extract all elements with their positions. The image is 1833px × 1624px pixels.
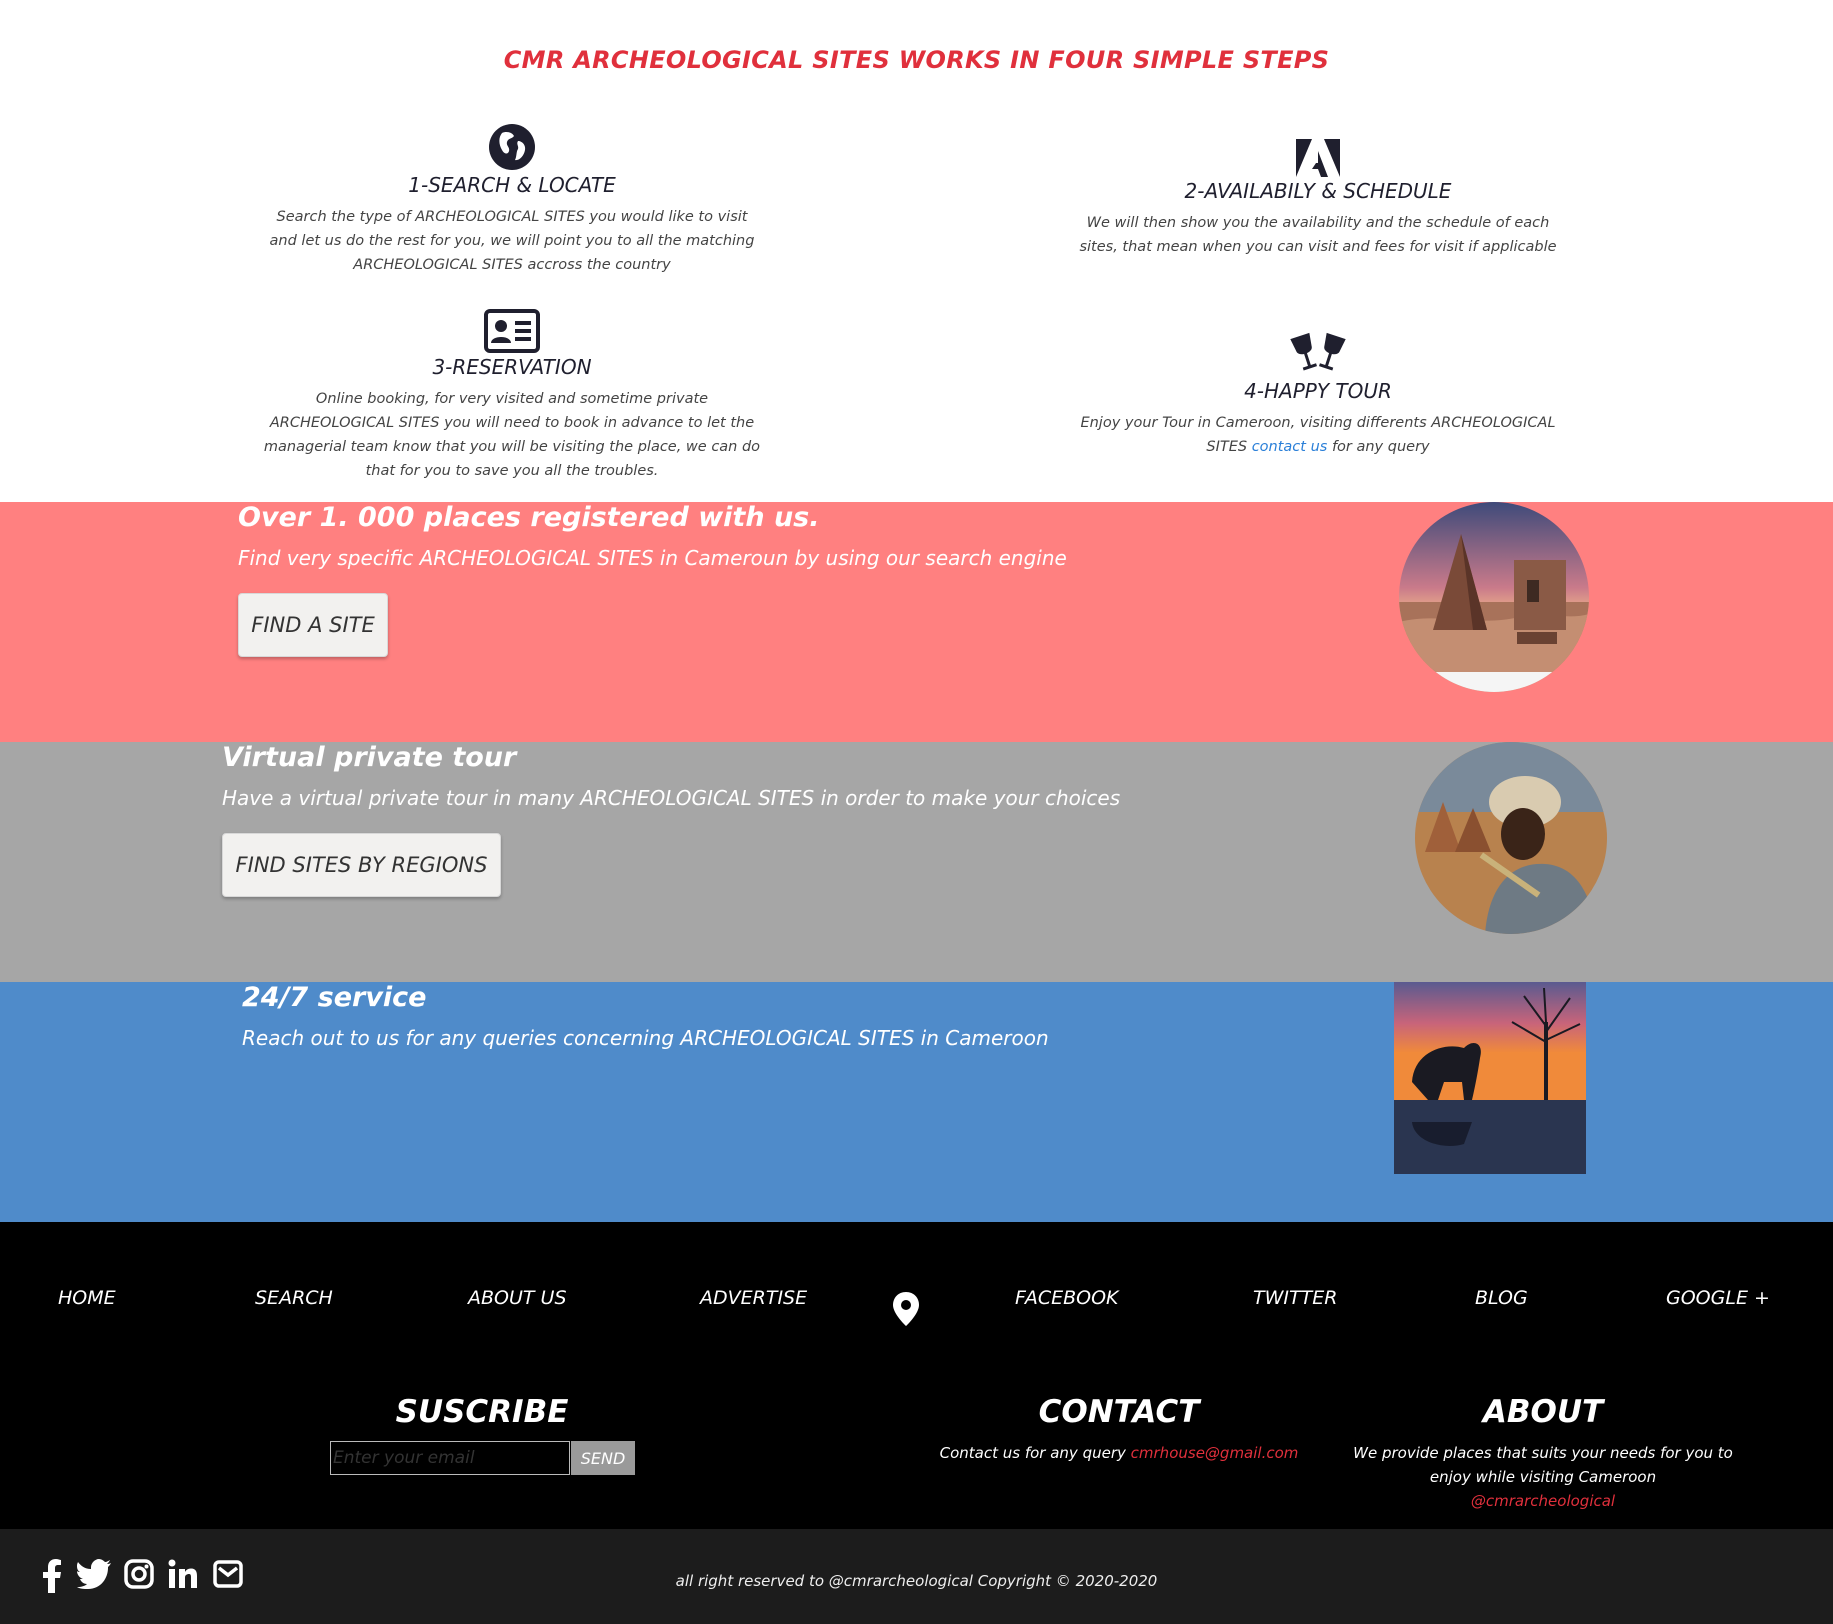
band-subtitle: Find very specific ARCHEOLOGICAL SITES i… xyxy=(238,546,1067,570)
step-reservation: 3-RESERVATION Online booking, for very v… xyxy=(262,309,762,483)
map-pin-icon xyxy=(893,1292,919,1326)
nav-facebook[interactable]: FACEBOOK xyxy=(1015,1287,1119,1309)
step-title: 4-HAPPY TOUR xyxy=(1244,379,1392,403)
step-description-text: for any query xyxy=(1331,439,1430,455)
about-title: ABOUT xyxy=(1482,1394,1604,1430)
nav-search[interactable]: SEARCH xyxy=(255,1287,333,1309)
about-text: We provide places that suits your needs … xyxy=(1343,1441,1743,1513)
virtual-tour-band: Virtual private tour Have a virtual priv… xyxy=(0,742,1833,982)
nav-twitter[interactable]: TWITTER xyxy=(1253,1287,1337,1309)
nav-home[interactable]: HOME xyxy=(58,1287,116,1309)
glasses-cheers-icon xyxy=(1290,332,1346,371)
steps-title: CMR ARCHEOLOGICAL SITES WORKS IN FOUR SI… xyxy=(503,46,1330,74)
step-availability-schedule: 2-AVAILABILY & SCHEDULE We will then sho… xyxy=(1068,139,1568,259)
step-description: Search the type of ARCHEOLOGICAL SITES y… xyxy=(269,209,755,273)
service-247-band: 24/7 service Reach out to us for any que… xyxy=(0,982,1833,1222)
contact-us-link[interactable]: contact us xyxy=(1252,439,1328,455)
step-description: Online booking, for very visited and som… xyxy=(263,391,761,479)
band-heading: 24/7 service xyxy=(242,982,427,1013)
find-sites-by-regions-button[interactable]: FIND SITES BY REGIONS xyxy=(222,833,501,897)
about-description: We provide places that suits your needs … xyxy=(1353,1444,1733,1486)
elephant-sunset-image xyxy=(1394,982,1586,1174)
places-registered-band: Over 1. 000 places registered with us. F… xyxy=(0,502,1833,742)
step-title: 1-SEARCH & LOCATE xyxy=(408,173,616,197)
band-heading: Over 1. 000 places registered with us. xyxy=(238,502,820,533)
subscribe-title: SUSCRIBE xyxy=(395,1394,569,1430)
nav-advertise[interactable]: ADVERTISE xyxy=(700,1287,807,1309)
email-input[interactable] xyxy=(330,1441,570,1475)
bottom-bar: all right reserved to @cmrarcheological … xyxy=(0,1529,1833,1624)
step-description: We will then show you the availability a… xyxy=(1079,215,1557,255)
band-subtitle: Reach out to us for any queries concerni… xyxy=(242,1026,1049,1050)
steps-section: CMR ARCHEOLOGICAL SITES WORKS IN FOUR SI… xyxy=(0,0,1833,502)
globe-icon xyxy=(489,124,535,170)
contact-label: Contact us for any query xyxy=(939,1444,1126,1462)
about-handle-link[interactable]: @cmrarcheological xyxy=(1471,1492,1615,1510)
adobe-icon xyxy=(1296,139,1340,177)
find-a-site-button[interactable]: FIND A SITE xyxy=(238,593,388,657)
contact-email-link[interactable]: cmrhouse@gmail.com xyxy=(1131,1444,1299,1462)
musician-image xyxy=(1415,742,1607,934)
band-subtitle: Have a virtual private tour in many ARCH… xyxy=(222,786,1121,810)
step-description: Enjoy your Tour in Cameroon, visiting di… xyxy=(1068,411,1568,459)
nav-about-us[interactable]: ABOUT US xyxy=(468,1287,567,1309)
step-title: 2-AVAILABILY & SCHEDULE xyxy=(1184,179,1452,203)
id-card-icon xyxy=(484,309,540,353)
contact-title: CONTACT xyxy=(1038,1394,1200,1430)
pyramids-image xyxy=(1399,502,1589,692)
nav-google-plus[interactable]: GOOGLE + xyxy=(1666,1287,1770,1309)
copyright-text: all right reserved to @cmrarcheological … xyxy=(675,1572,1158,1590)
step-search-locate: 1-SEARCH & LOCATE Search the type of ARC… xyxy=(262,123,762,277)
band-heading: Virtual private tour xyxy=(222,742,517,773)
step-happy-tour: 4-HAPPY TOUR Enjoy your Tour in Cameroon… xyxy=(1068,331,1568,459)
footer: HOME SEARCH ABOUT US ADVERTISE FACEBOOK … xyxy=(0,1222,1833,1529)
contact-text: Contact us for any query cmrhouse@gmail.… xyxy=(919,1441,1319,1465)
step-title: 3-RESERVATION xyxy=(432,355,592,379)
nav-blog[interactable]: BLOG xyxy=(1475,1287,1528,1309)
send-button[interactable]: SEND xyxy=(571,1441,635,1475)
